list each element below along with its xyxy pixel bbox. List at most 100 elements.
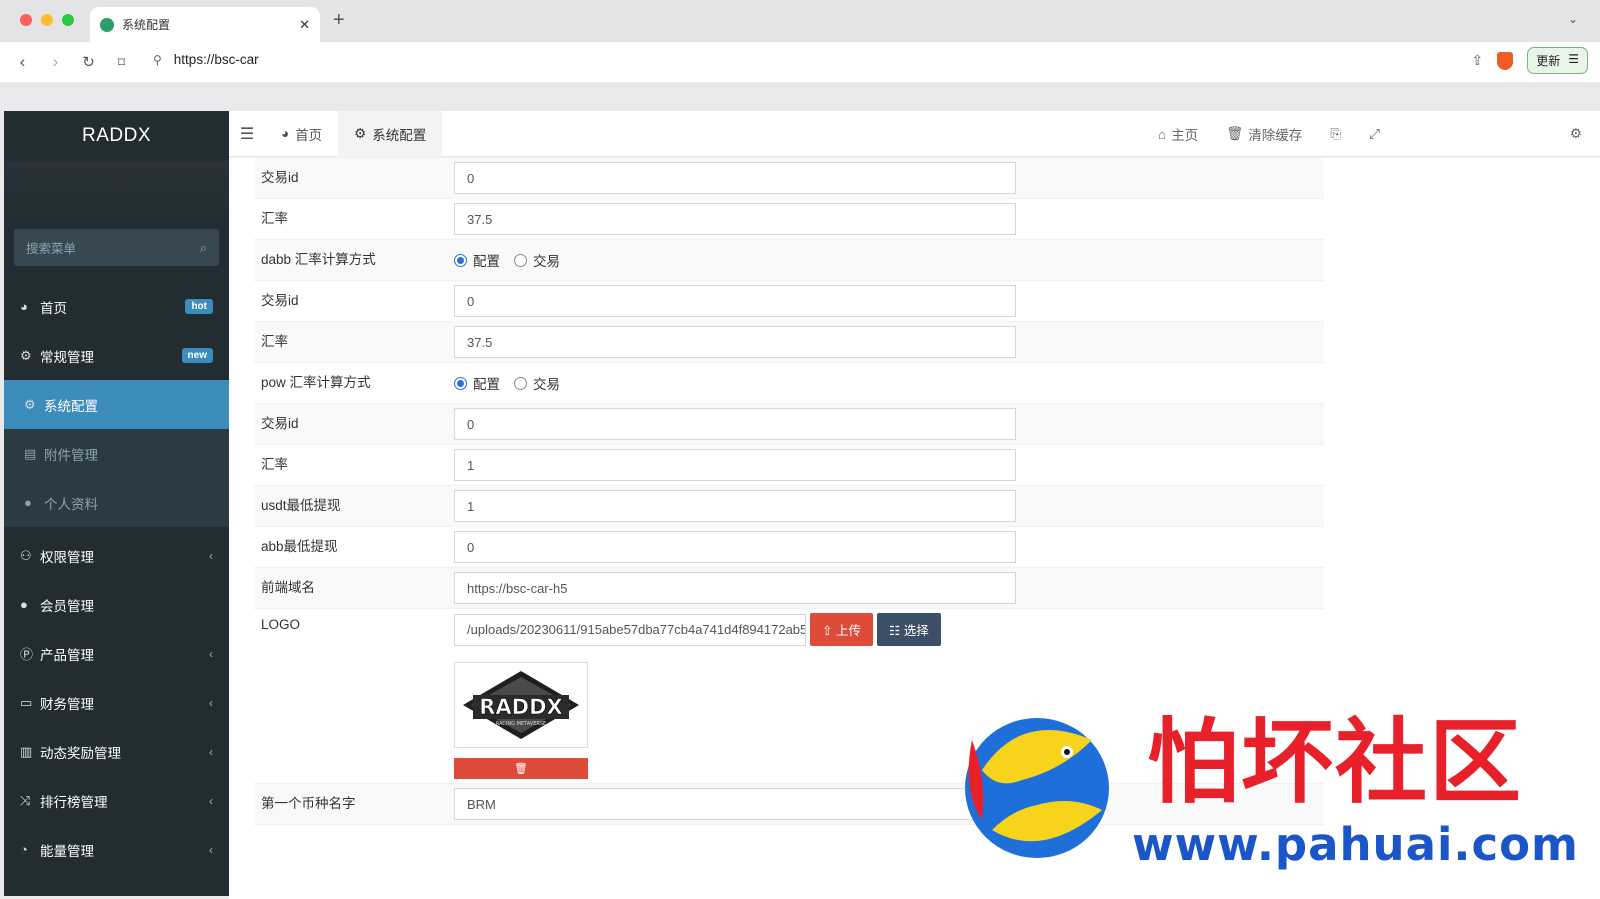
sidebar-item-label: 会员管理 [40,598,94,614]
sidebar-item-profile[interactable]: ● 个人资料 [4,478,229,527]
delete-logo-button[interactable]: 🗑 [454,758,588,779]
radio-config[interactable]: 配置 [454,373,500,393]
select-button[interactable]: ☷ 选择 [876,613,941,646]
brand-logo[interactable]: RADDX [4,111,229,161]
card-icon: ▭ [20,694,33,710]
site-favicon-icon [100,17,114,32]
upload-button[interactable]: ⇧ 上传 [810,613,873,646]
usdt-min-withdraw-input[interactable]: 1 [454,490,1016,522]
new-badge: new [181,348,213,363]
random-icon: ⤨ [20,792,31,808]
tab-home[interactable]: ◕ 首页 [265,111,338,157]
sidebar-item-general[interactable]: ⚙ 常规管理 new [4,331,229,380]
tab-system-config[interactable]: ⚙ 系统配置 [338,110,443,157]
close-window-button[interactable] [20,14,32,26]
first-coin-name-input[interactable]: BRM [454,788,1016,820]
sidebar-item-members[interactable]: ● 会员管理 [4,580,229,629]
sidebar-item-permissions[interactable]: ⚇ 权限管理 ‹ [4,531,229,580]
tab-list-chevron-icon[interactable]: ⌄ [1568,12,1578,26]
sidebar-toggle-icon[interactable]: ☰ [229,124,265,144]
share-icon[interactable]: ⇪ [1471,52,1483,69]
sidebar: RADDX 搜索菜单 ⌕ ◕ 首页 hot ⚙ 常规管理 new ⚙ 系统配置 … [4,111,229,896]
radio-trade[interactable]: 交易 [514,373,560,393]
form-row: 汇率 37.5 [254,322,1324,363]
trade-id-input[interactable]: 0 [454,162,1016,194]
fish-logo-icon [965,718,1109,858]
radio-checked-icon [454,376,467,390]
form-row: 交易id 0 [254,281,1324,322]
home-link[interactable]: ⌂ 主页 [1144,124,1212,144]
menu-search-input[interactable]: 搜索菜单 ⌕ [14,229,219,266]
list-icon: ☷ [888,624,901,638]
sidebar-item-home[interactable]: ◕ 首页 hot [4,282,229,331]
sidebar-item-label: 附件管理 [44,447,98,463]
sidebar-item-label: 产品管理 [40,647,94,663]
chevron-left-icon: ‹ [209,695,213,710]
rate-input[interactable]: 37.5 [454,326,1016,358]
sidebar-item-label: 财务管理 [40,696,94,712]
search-icon[interactable]: ⌕ [200,240,207,256]
chevron-left-icon: ‹ [209,646,213,661]
sidebar-item-attachments[interactable]: ▤ 附件管理 [4,429,229,478]
sidebar-item-leaderboard[interactable]: ⤨ 排行榜管理 ‹ [4,776,229,825]
field-label: 汇率 [261,211,288,226]
url-text: https://bsc-car [173,52,259,67]
logo-preview[interactable]: RADDX RACING METAVERSE [454,662,588,748]
sidebar-submenu: ⚙ 系统配置 ▤ 附件管理 ● 个人资料 [4,380,229,527]
sidebar-item-system-config[interactable]: ⚙ 系统配置 [4,380,229,429]
clear-cache-label: 清除缓存 [1248,128,1303,143]
radio-checked-icon [454,253,467,267]
update-button[interactable]: 更新 ☰ [1527,47,1588,74]
hot-badge: hot [185,299,213,314]
sidebar-item-energy[interactable]: ◔ 能量管理 ‹ [4,825,229,874]
sidebar-item-rewards[interactable]: ▥ 动态奖励管理 ‹ [4,727,229,776]
forward-icon[interactable]: › [39,52,72,72]
translate-icon[interactable]: ⎘ [1316,126,1355,142]
sidebar-user-panel [4,161,229,225]
radio-config[interactable]: 配置 [454,250,500,270]
fullscreen-icon[interactable]: ⤢ [1355,126,1394,142]
form-row: dabb 汇率计算方式 配置 交易 [254,240,1324,281]
close-tab-icon[interactable]: ✕ [299,17,310,33]
logo-path-input[interactable]: /uploads/20230611/915abe57dba77cb4a741d4… [454,613,806,646]
field-label: usdt最低提现 [261,498,341,513]
upload-label: 上传 [835,624,861,638]
upload-icon: ⇧ [822,624,833,638]
field-label: pow 汇率计算方式 [261,375,371,390]
bookmark-icon[interactable]: ⌑ [105,54,138,71]
address-bar[interactable]: ⚲ https://bsc-car [153,52,259,67]
rate-input[interactable]: 37.5 [454,203,1016,235]
site-settings-icon[interactable]: ⚲ [153,53,162,67]
minimize-window-button[interactable] [41,14,53,26]
trash-icon: ▥ [20,743,33,759]
dashboard-icon: ◕ [20,299,28,314]
dashboard-icon: ◕ [281,126,290,141]
radio-trade[interactable]: 交易 [514,250,560,270]
maximize-window-button[interactable] [62,14,74,26]
trade-id-input[interactable]: 0 [454,408,1016,440]
trash-icon: 🗑 [514,763,528,775]
clear-cache-button[interactable]: 🗑 清除缓存 [1212,124,1316,144]
sidebar-item-finance[interactable]: ▭ 财务管理 ‹ [4,678,229,727]
trade-id-input[interactable]: 0 [454,285,1016,317]
back-icon[interactable]: ‹ [6,52,39,72]
update-label: 更新 [1536,54,1561,68]
frontend-domain-input[interactable]: https://bsc-car-h5 [454,572,1016,604]
form-row: pow 汇率计算方式 配置 交易 [254,363,1324,404]
abb-min-withdraw-input[interactable]: 0 [454,531,1016,563]
top-nav: ☰ ◕ 首页 ⚙ 系统配置 ⌂ 主页 🗑 清除缓存 ⎘ ⤢ ⚙ [229,110,1600,157]
brave-shield-icon[interactable] [1497,51,1514,70]
user-icon: ● [24,495,32,510]
sidebar-item-products[interactable]: Ⓟ 产品管理 ‹ [4,629,229,678]
new-tab-button[interactable]: + [333,9,345,32]
select-label: 选择 [903,624,929,638]
settings-cogs-icon[interactable]: ⚙ [1556,126,1596,142]
trash-icon: 🗑 [1226,126,1244,141]
browser-tab[interactable]: 系统配置 ✕ [90,7,320,42]
reload-icon[interactable]: ↻ [72,53,105,71]
chevron-left-icon: ‹ [209,548,213,563]
product-icon: Ⓟ [20,647,34,662]
browser-tab-bar: 系统配置 ✕ + ⌄ [0,0,1600,42]
rate-input[interactable]: 1 [454,449,1016,481]
group-icon: ⚇ [20,547,32,563]
